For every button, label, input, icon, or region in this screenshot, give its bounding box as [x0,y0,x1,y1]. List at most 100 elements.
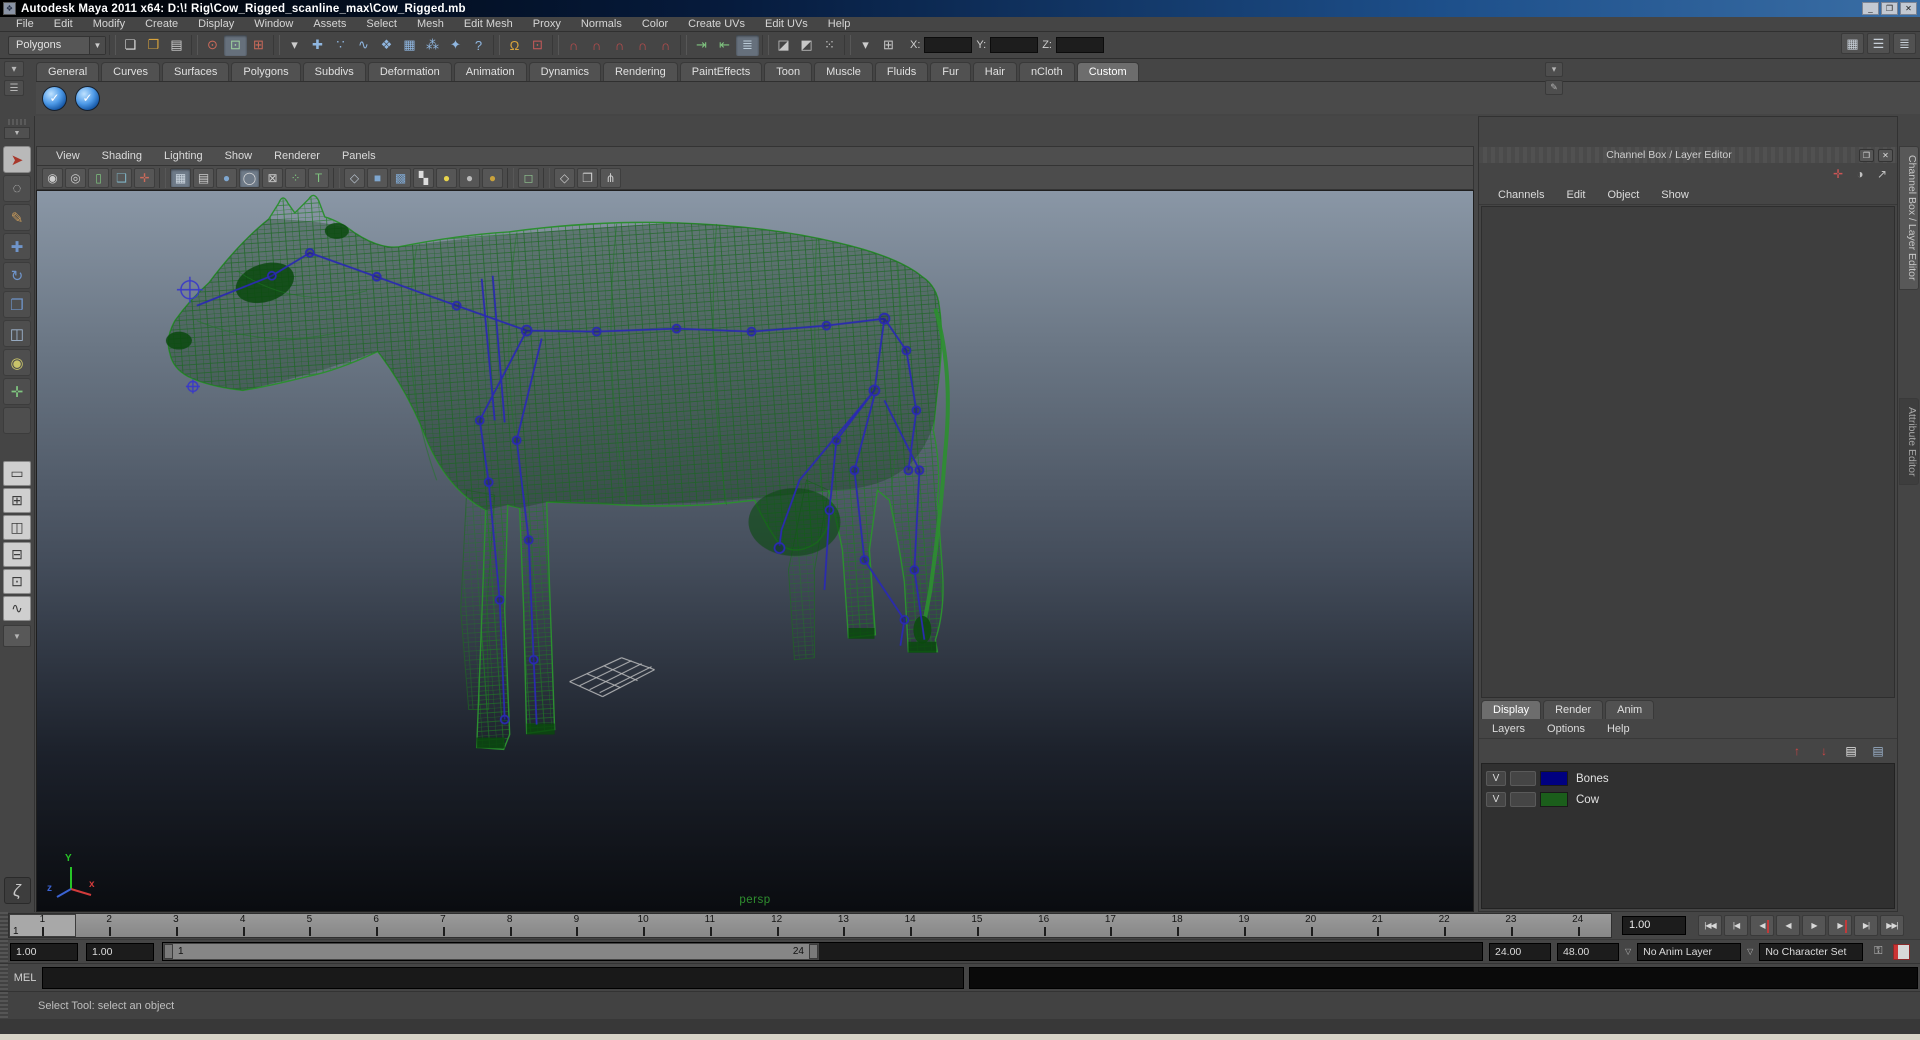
create-empty-layer-icon[interactable]: ▤ [1840,742,1862,760]
menu-normals[interactable]: Normals [571,17,632,32]
timeline-frame-5[interactable]: 5 [276,914,343,937]
xray-display-icon[interactable]: ◇ [554,168,575,188]
timeline-frame-21[interactable]: 21 [1344,914,1411,937]
mask-joints-icon[interactable]: ∵ [329,35,352,56]
layout-single-pane-icon[interactable]: ▭ [3,461,31,486]
resolution-gate-icon[interactable]: ● [216,168,237,188]
rotate-tool-icon[interactable]: ↻ [3,262,31,289]
timeline-frame-16[interactable]: 16 [1010,914,1077,937]
snap-to-view-plane-icon[interactable]: ∩ [631,35,654,56]
channel-box-menu-show[interactable]: Show [1650,189,1700,201]
channel-speed-icon[interactable]: ◑ [1851,166,1869,182]
smooth-shade-display-icon[interactable]: ■ [367,168,388,188]
select-component-icon[interactable]: ⊞ [247,35,270,56]
command-line-grip[interactable] [0,964,8,991]
mask-miscellaneous-icon[interactable]: ? [467,35,490,56]
chevron-down-icon[interactable]: ▼ [89,37,105,54]
y-input[interactable] [990,37,1038,53]
toolbox-grip[interactable] [8,119,26,125]
timeline-frame-11[interactable]: 11 [677,914,744,937]
layout-four-pane-icon[interactable]: ⊞ [3,488,31,513]
anim-layer-dropdown-icon[interactable]: ▽ [1625,947,1631,956]
character-set-dropdown-icon[interactable]: ▽ [1747,947,1753,956]
select-tool-icon[interactable]: ➤ [3,146,31,173]
shelf-tab-muscle[interactable]: Muscle [814,62,873,81]
wireframe-display-icon[interactable]: ◇ [344,168,365,188]
shelf-tab-general[interactable]: General [36,62,99,81]
mask-deformations-icon[interactable]: ▦ [398,35,421,56]
lighting-default-icon[interactable]: ● [482,168,503,188]
panel-menu-renderer[interactable]: Renderer [263,150,331,162]
shelf-item-menu-icon[interactable]: ▾ [1545,62,1563,77]
xray-joints-icon[interactable]: ❐ [577,168,598,188]
sidebar-tab-channel-box-layer-editor[interactable]: Channel Box / Layer Editor [1899,146,1919,290]
shelf-tab-rendering[interactable]: Rendering [603,62,678,81]
character-set-field[interactable]: No Character Set [1759,943,1863,961]
perspective-viewport[interactable]: Y x z persp [36,190,1474,912]
menu-select[interactable]: Select [356,17,407,32]
use-default-material-icon[interactable]: ▚ [413,168,434,188]
plugin-display-icon[interactable]: ⋔ [600,168,621,188]
range-handle-left[interactable] [164,944,173,959]
range-track[interactable]: 1 24 [162,942,1483,961]
shelf-tab-curves[interactable]: Curves [101,62,160,81]
mask-dynamics-icon[interactable]: ⁂ [421,35,444,56]
move-layer-down-icon[interactable]: ↓ [1813,742,1835,760]
snap-to-point-icon[interactable]: ∩ [608,35,631,56]
last-tool-used-icon[interactable] [3,407,31,434]
timeline-frame-13[interactable]: 13 [810,914,877,937]
soft-modification-tool-icon[interactable]: ◉ [3,349,31,376]
2d-pan-zoom-icon[interactable]: ✛ [134,168,155,188]
minimize-button[interactable]: _ [1862,2,1879,15]
grid-toggle-icon[interactable]: ▦ [170,168,191,188]
timeline-frame-4[interactable]: 4 [209,914,276,937]
layer-row-cow[interactable]: VCow [1482,789,1894,810]
playback-start-field[interactable]: 1.00 [86,943,154,961]
panel-menu-panels[interactable]: Panels [331,150,387,162]
mask-curves-icon[interactable]: ∿ [352,35,375,56]
anim-layer-field[interactable]: No Anim Layer [1637,943,1741,961]
shelf-tab-fluids[interactable]: Fluids [875,62,928,81]
timeline-frame-24[interactable]: 24 [1544,914,1611,937]
layer-color-swatch[interactable] [1540,771,1568,786]
menu-proxy[interactable]: Proxy [523,17,571,32]
input-connections-icon[interactable]: ⇥ [690,35,713,56]
animation-start-field[interactable]: 1.00 [10,943,78,961]
safe-action-icon[interactable]: ⁘ [285,168,306,188]
shelf-tab-polygons[interactable]: Polygons [231,62,300,81]
command-line-label[interactable]: MEL [8,972,42,984]
range-handle-right[interactable] [809,944,818,959]
timeline-frame-15[interactable]: 15 [944,914,1011,937]
layout-pane-outliner-icon[interactable]: ◫ [3,515,31,540]
menu-create[interactable]: Create [135,17,188,32]
construction-history-icon[interactable]: ≣ [736,35,759,56]
lighting-no-lights-icon[interactable]: ● [459,168,480,188]
select-camera-icon[interactable]: ◉ [42,168,63,188]
menu-edit-mesh[interactable]: Edit Mesh [454,17,523,32]
shelf-tab-toon[interactable]: Toon [764,62,812,81]
sidebar-tab-attribute-editor[interactable]: Attribute Editor [1899,398,1919,485]
float-panel-icon[interactable]: ❐ [1859,149,1874,162]
layer-display-type-toggle[interactable] [1510,771,1536,786]
select-object-icon[interactable]: ⊡ [224,35,247,56]
menu-window[interactable]: Window [244,17,303,32]
z-input[interactable] [1056,37,1104,53]
menu-mesh[interactable]: Mesh [407,17,454,32]
menu-edit-uvs[interactable]: Edit UVs [755,17,818,32]
film-gate-icon[interactable]: ▤ [193,168,214,188]
toggle-channel-box-icon[interactable]: ▦ [1841,33,1864,54]
step-back-frame-button[interactable]: |◀ [1724,915,1748,936]
textured-display-icon[interactable]: ▩ [390,168,411,188]
menu-display[interactable]: Display [188,17,244,32]
menu-color[interactable]: Color [632,17,678,32]
create-layer-from-selected-icon[interactable]: ▤ [1867,742,1889,760]
x-input[interactable] [924,37,972,53]
render-settings-icon[interactable]: ⁙ [818,35,841,56]
highlight-selection-icon[interactable]: ⊡ [526,35,549,56]
lock-selection-icon[interactable]: Ω [503,35,526,56]
lighting-all-lights-icon[interactable]: ● [436,168,457,188]
menu-modify[interactable]: Modify [83,17,135,32]
toggle-tool-settings-icon[interactable]: ☰ [1867,33,1890,54]
timeline-frame-7[interactable]: 7 [410,914,477,937]
show-manipulator-tool-icon[interactable]: ✛ [3,378,31,405]
